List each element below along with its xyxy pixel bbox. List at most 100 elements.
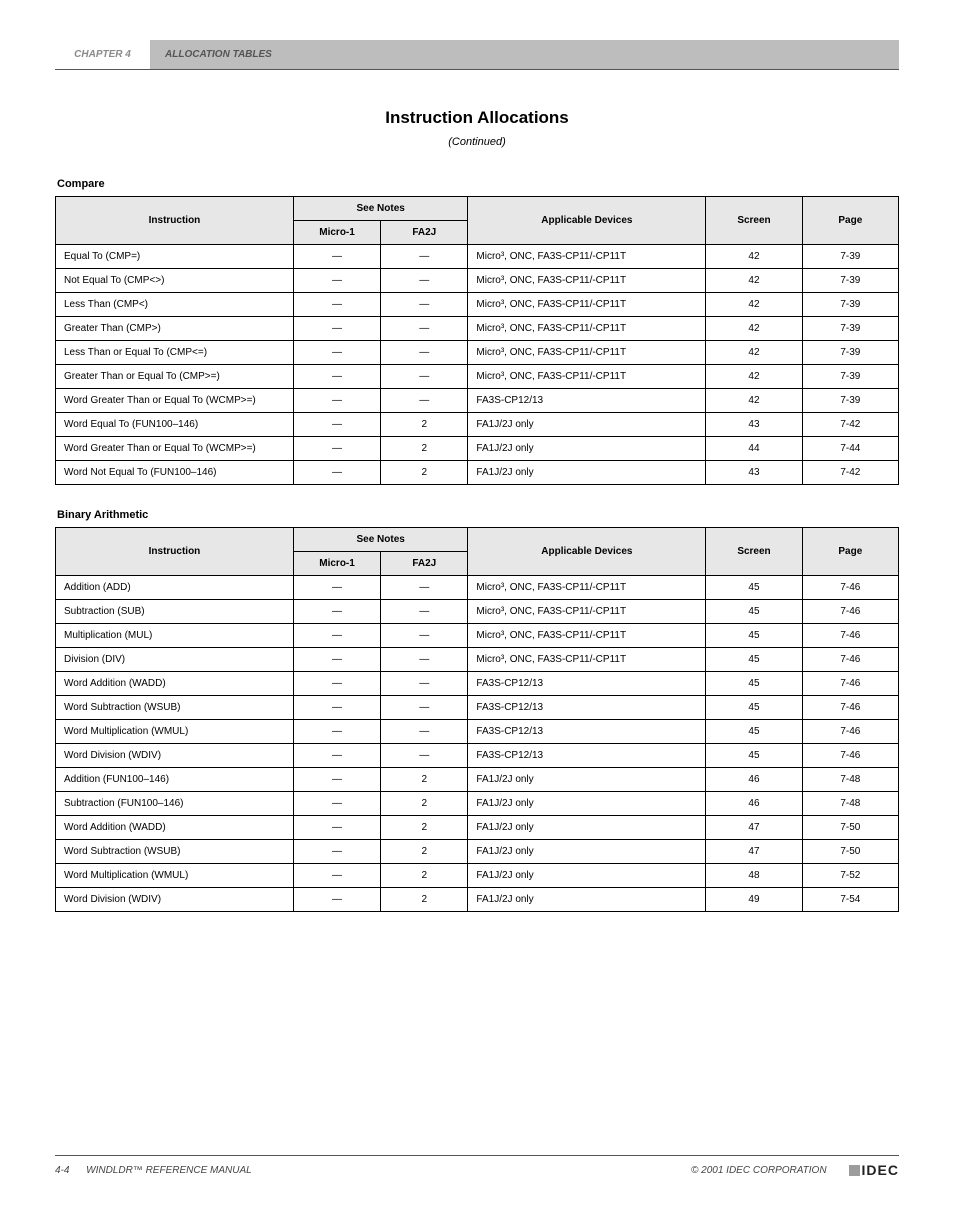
cell: FA1J/2J only — [468, 768, 706, 792]
cell: 42 — [706, 317, 802, 341]
cell: — — [381, 576, 468, 600]
table-row: Word Not Equal To (FUN100–146)—2FA1J/2J … — [56, 461, 899, 485]
cell: — — [293, 269, 380, 293]
cell: — — [381, 317, 468, 341]
th-micro1: Micro-1 — [293, 221, 380, 245]
cell: 7-42 — [802, 461, 898, 485]
cell: — — [381, 245, 468, 269]
cell: Micro³, ONC, FA3S-CP11/-CP11T — [468, 624, 706, 648]
cell: — — [293, 293, 380, 317]
cell: 2 — [381, 768, 468, 792]
cell: Word Division (WDIV) — [56, 744, 294, 768]
cell: Word Multiplication (WMUL) — [56, 864, 294, 888]
th-screen: Screen — [706, 528, 802, 576]
table-row: Multiplication (MUL)——Micro³, ONC, FA3S-… — [56, 624, 899, 648]
cell: 45 — [706, 624, 802, 648]
group-label-binary: Binary Arithmetic — [57, 509, 899, 521]
table-compare: Instruction See Notes Applicable Devices… — [55, 196, 899, 485]
cell: — — [293, 245, 380, 269]
cell: 42 — [706, 293, 802, 317]
cell: 7-39 — [802, 245, 898, 269]
cell: FA3S-CP12/13 — [468, 389, 706, 413]
cell: — — [293, 744, 380, 768]
table-row: Greater Than or Equal To (CMP>=)——Micro³… — [56, 365, 899, 389]
cell: FA3S-CP12/13 — [468, 672, 706, 696]
cell: 7-39 — [802, 365, 898, 389]
cell: 42 — [706, 389, 802, 413]
th-page: Page — [802, 528, 898, 576]
cell: FA3S-CP12/13 — [468, 696, 706, 720]
cell: 7-48 — [802, 792, 898, 816]
cell: 7-39 — [802, 389, 898, 413]
th-notes: See Notes — [293, 197, 467, 221]
cell: FA1J/2J only — [468, 840, 706, 864]
cell: — — [381, 624, 468, 648]
cell: FA3S-CP12/13 — [468, 720, 706, 744]
table-row: Word Subtraction (WSUB)—2FA1J/2J only477… — [56, 840, 899, 864]
cell: Micro³, ONC, FA3S-CP11/-CP11T — [468, 576, 706, 600]
cell: Word Subtraction (WSUB) — [56, 696, 294, 720]
cell: 7-46 — [802, 720, 898, 744]
cell: — — [293, 413, 380, 437]
table-row: Word Addition (WADD)—2FA1J/2J only477-50 — [56, 816, 899, 840]
cell: 7-48 — [802, 768, 898, 792]
th-page: Page — [802, 197, 898, 245]
cell: Micro³, ONC, FA3S-CP11/-CP11T — [468, 600, 706, 624]
cell: Word Greater Than or Equal To (WCMP>=) — [56, 389, 294, 413]
cell: — — [293, 437, 380, 461]
cell: 7-39 — [802, 341, 898, 365]
cell: Equal To (CMP=) — [56, 245, 294, 269]
cell: — — [381, 744, 468, 768]
cell: — — [381, 720, 468, 744]
table-row: Word Greater Than or Equal To (WCMP>=)——… — [56, 389, 899, 413]
section-subtitle: (Continued) — [55, 136, 899, 148]
cell: 49 — [706, 888, 802, 912]
table-row: Equal To (CMP=)——Micro³, ONC, FA3S-CP11/… — [56, 245, 899, 269]
table-row: Greater Than (CMP>)——Micro³, ONC, FA3S-C… — [56, 317, 899, 341]
cell: 7-46 — [802, 696, 898, 720]
cell: — — [293, 888, 380, 912]
cell: 2 — [381, 864, 468, 888]
group-label-compare: Compare — [57, 178, 899, 190]
cell: — — [381, 293, 468, 317]
table-row: Word Subtraction (WSUB)——FA3S-CP12/13457… — [56, 696, 899, 720]
table-row: Subtraction (FUN100–146)—2FA1J/2J only46… — [56, 792, 899, 816]
cell: — — [381, 389, 468, 413]
th-notes: See Notes — [293, 528, 467, 552]
cell: Word Division (WDIV) — [56, 888, 294, 912]
cell: — — [293, 696, 380, 720]
cell: 7-50 — [802, 816, 898, 840]
cell: — — [293, 341, 380, 365]
cell: 2 — [381, 437, 468, 461]
cell: 45 — [706, 720, 802, 744]
cell: 45 — [706, 696, 802, 720]
table-row: Division (DIV)——Micro³, ONC, FA3S-CP11/-… — [56, 648, 899, 672]
cell: — — [381, 269, 468, 293]
cell: 7-50 — [802, 840, 898, 864]
table-row: Word Greater Than or Equal To (WCMP>=)—2… — [56, 437, 899, 461]
cell: — — [293, 600, 380, 624]
cell: 43 — [706, 413, 802, 437]
cell: FA1J/2J only — [468, 437, 706, 461]
th-fa2j: FA2J — [381, 552, 468, 576]
footer-page-number: 4-4 — [55, 1165, 69, 1176]
cell: 2 — [381, 840, 468, 864]
cell: Addition (ADD) — [56, 576, 294, 600]
cell: 42 — [706, 245, 802, 269]
cell: Word Addition (WADD) — [56, 672, 294, 696]
cell: Word Subtraction (WSUB) — [56, 840, 294, 864]
cell: 2 — [381, 888, 468, 912]
cell: Micro³, ONC, FA3S-CP11/-CP11T — [468, 317, 706, 341]
cell: Word Equal To (FUN100–146) — [56, 413, 294, 437]
cell: 47 — [706, 840, 802, 864]
cell: 42 — [706, 365, 802, 389]
cell: — — [381, 341, 468, 365]
table-row: Word Addition (WADD)——FA3S-CP12/13457-46 — [56, 672, 899, 696]
cell: — — [293, 365, 380, 389]
cell: Micro³, ONC, FA3S-CP11/-CP11T — [468, 293, 706, 317]
cell: — — [293, 389, 380, 413]
table-binary: Instruction See Notes Applicable Devices… — [55, 527, 899, 912]
footer-copyright: © 2001 IDEC CORPORATION — [691, 1165, 827, 1176]
cell: FA1J/2J only — [468, 792, 706, 816]
cell: Micro³, ONC, FA3S-CP11/-CP11T — [468, 365, 706, 389]
